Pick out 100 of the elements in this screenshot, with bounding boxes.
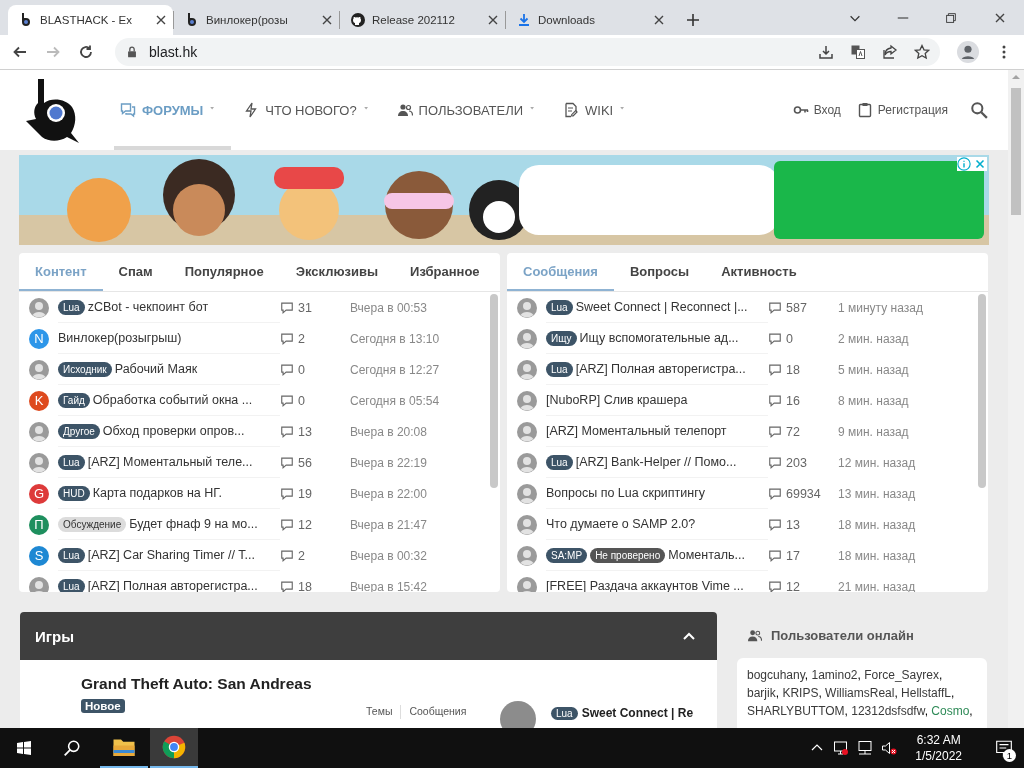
thread-link[interactable]: Винлокер(розыгрыш) bbox=[58, 331, 182, 345]
profile-icon[interactable] bbox=[957, 41, 979, 63]
avatar[interactable]: K bbox=[29, 390, 49, 411]
user-link[interactable]: HellstaffL bbox=[901, 686, 951, 700]
thread-link[interactable]: Sweet Connect | Re bbox=[581, 706, 694, 720]
start-icon[interactable] bbox=[16, 740, 32, 756]
network-icon[interactable] bbox=[857, 740, 874, 756]
avatar-icon[interactable] bbox=[517, 545, 537, 566]
tag[interactable]: Гайд bbox=[58, 392, 90, 408]
thread-link[interactable]: Рабочий Маяк bbox=[114, 362, 198, 376]
avatar-icon[interactable] bbox=[517, 359, 537, 380]
reload-icon[interactable] bbox=[78, 44, 94, 60]
thread-link[interactable]: [ARZ] Car Sharing Timer // T... bbox=[87, 548, 255, 562]
download-icon[interactable] bbox=[818, 44, 834, 60]
nav-tab[interactable]: WIKI bbox=[557, 70, 642, 150]
tag[interactable]: Lua bbox=[58, 578, 85, 592]
browser-tab[interactable]: Downloads bbox=[506, 5, 671, 35]
tag[interactable]: SA:MP bbox=[546, 547, 588, 563]
account-link[interactable]: Регистрация bbox=[856, 102, 948, 118]
avatar-icon[interactable] bbox=[517, 328, 537, 349]
feed-tab[interactable]: Спам bbox=[102, 253, 169, 291]
avatar[interactable]: П bbox=[29, 514, 49, 535]
user-link[interactable]: barjik bbox=[747, 686, 776, 700]
thread-link[interactable]: [ARZ] Полная авторегистра... bbox=[87, 579, 258, 592]
user-link[interactable]: 1amino2 bbox=[811, 668, 858, 682]
avatar-icon[interactable] bbox=[29, 452, 49, 473]
thread-link[interactable]: zCBot - чекпоинт бот bbox=[87, 300, 209, 314]
monitor-icon[interactable] bbox=[833, 740, 850, 756]
avatar[interactable]: G bbox=[29, 483, 49, 504]
clock[interactable]: 6:32 AM 1/5/2022 bbox=[915, 732, 962, 764]
scrollbar[interactable] bbox=[1008, 70, 1024, 728]
share-icon[interactable] bbox=[882, 44, 898, 60]
avatar-icon[interactable] bbox=[517, 514, 537, 535]
thread-link[interactable]: [NuboRP] Слив крашера bbox=[546, 393, 688, 407]
tag[interactable]: Обсуждение bbox=[58, 516, 127, 532]
info-icon[interactable] bbox=[957, 157, 971, 171]
avatar-icon[interactable] bbox=[517, 421, 537, 442]
feed-tab[interactable]: Избранное bbox=[394, 253, 496, 291]
thread-link[interactable]: Sweet Connect | Reconnect |... bbox=[575, 300, 748, 314]
tag[interactable]: Исходник bbox=[58, 361, 112, 377]
tag[interactable]: HUD bbox=[58, 485, 90, 501]
nav-tab[interactable]: ЧТО НОВОГО? bbox=[237, 70, 385, 150]
feed-tab[interactable]: Эксклюзивы bbox=[279, 253, 395, 291]
thread-link[interactable]: [ARZ] Моментальный теле... bbox=[87, 455, 253, 469]
feed-tab[interactable]: Популярное bbox=[168, 253, 280, 291]
thread-link[interactable]: [ARZ] Моментальный телепорт bbox=[546, 424, 727, 438]
avatar-icon[interactable] bbox=[517, 452, 537, 473]
avatar[interactable]: S bbox=[29, 545, 49, 566]
thread-link[interactable]: Что думаете о SAMP 2.0? bbox=[546, 517, 696, 531]
avatar-icon[interactable] bbox=[517, 297, 537, 318]
scroll-thumb[interactable] bbox=[978, 294, 986, 488]
avatar-icon[interactable] bbox=[29, 297, 49, 318]
tag[interactable]: Ищу bbox=[546, 330, 577, 346]
search-icon[interactable] bbox=[63, 739, 81, 757]
tag[interactable]: Другое bbox=[58, 423, 100, 439]
translate-icon[interactable] bbox=[850, 44, 866, 60]
back-icon[interactable] bbox=[12, 44, 28, 60]
tag[interactable]: Lua bbox=[58, 454, 85, 470]
avatar-icon[interactable] bbox=[500, 701, 536, 728]
user-link[interactable]: 12312dsfsdfw bbox=[851, 704, 925, 718]
star-icon[interactable] bbox=[914, 44, 930, 60]
scroll-thumb[interactable] bbox=[490, 294, 498, 488]
avatar-icon[interactable] bbox=[517, 576, 537, 592]
thread-link[interactable]: Ищу вспомогательные ад... bbox=[579, 331, 739, 345]
taskbar-app[interactable] bbox=[150, 728, 198, 768]
user-link[interactable]: Force_Sayrex bbox=[864, 668, 939, 682]
thread-link[interactable]: Обход проверки опров... bbox=[102, 424, 245, 438]
tag[interactable]: Lua bbox=[58, 299, 85, 315]
scroll-thumb[interactable] bbox=[1011, 88, 1021, 215]
forum-title[interactable]: Grand Theft Auto: San Andreas bbox=[81, 675, 312, 693]
nav-tab[interactable]: ПОЛЬЗОВАТЕЛИ bbox=[390, 70, 552, 150]
browser-tab[interactable]: Release 202112 bbox=[340, 5, 505, 35]
thread-link[interactable]: [ARZ] Полная авторегистра... bbox=[575, 362, 746, 376]
feed-tab[interactable]: Активность bbox=[705, 253, 813, 291]
avatar-icon[interactable] bbox=[29, 421, 49, 442]
avatar-icon[interactable] bbox=[29, 359, 49, 380]
tag[interactable]: Lua bbox=[58, 547, 85, 563]
user-link[interactable]: SHARLYBUTTOM bbox=[747, 704, 845, 718]
user-link[interactable]: bogcuhany bbox=[747, 668, 805, 682]
avatar-icon[interactable] bbox=[517, 483, 537, 504]
plus-icon[interactable] bbox=[685, 12, 701, 28]
thread-link[interactable]: Моменталь... bbox=[668, 548, 745, 562]
maximize-icon[interactable] bbox=[944, 10, 958, 25]
tag[interactable]: Lua bbox=[551, 706, 578, 720]
tag[interactable]: Lua bbox=[546, 454, 573, 470]
speaker-icon[interactable] bbox=[881, 740, 898, 756]
account-link[interactable]: Вход bbox=[792, 102, 841, 118]
avatar-icon[interactable] bbox=[29, 576, 49, 592]
thread-link[interactable]: Будет фнаф 9 на мо... bbox=[129, 517, 258, 531]
browser-tab[interactable]: Винлокер(розы bbox=[174, 5, 339, 35]
tag[interactable]: Lua bbox=[546, 361, 573, 377]
thread-link[interactable]: Обработка событий окна ... bbox=[92, 393, 253, 407]
browser-tab[interactable]: BLASTHACK - Ex bbox=[8, 5, 173, 35]
thread-link[interactable]: [ARZ] Bank-Helper // Помо... bbox=[575, 455, 737, 469]
search-icon[interactable] bbox=[970, 101, 988, 119]
feed-tab[interactable]: Вопросы bbox=[613, 253, 706, 291]
address-bar[interactable]: blast.hk bbox=[115, 38, 940, 66]
thread-link[interactable]: Карта подарков на НГ. bbox=[92, 486, 222, 500]
avatar-icon[interactable] bbox=[517, 390, 537, 411]
thread-link[interactable]: [FREE] Раздача аккаунтов Vime ... bbox=[546, 579, 744, 592]
